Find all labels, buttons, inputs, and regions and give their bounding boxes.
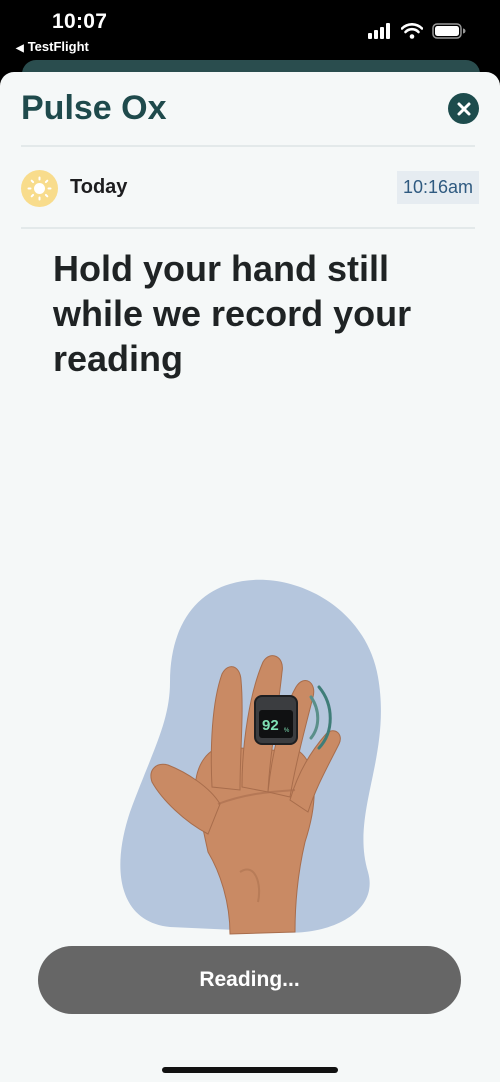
status-bar: 10:07 ◀ TestFlight [0,0,500,62]
oximeter-unit: % [284,728,290,734]
back-arrow-icon: ◀ [16,43,24,54]
instruction-text: Hold your hand still while we record you… [53,248,412,379]
oximeter-reading: 92 [262,717,279,734]
close-button[interactable] [448,93,479,124]
home-indicator [162,1067,338,1073]
sun-icon [27,176,52,201]
day-row: Today 10:16am [21,170,479,207]
day-label: Today [70,176,128,198]
status-icons [368,23,466,39]
battery-icon [432,23,466,39]
back-app-label: TestFlight [27,39,89,54]
page-title: Pulse Ox [21,89,167,127]
reading-time-badge: 10:16am [396,171,479,204]
status-time: 10:07 [52,10,108,33]
pulse-ox-sheet: Pulse Ox Today 10:16am Hold your hand st… [0,72,500,1082]
day-divider [21,227,475,229]
back-to-app-link[interactable]: ◀ TestFlight [16,39,89,54]
signal-icon [368,23,390,39]
reading-button[interactable]: Reading... [38,946,461,1014]
wifi-icon [401,23,423,39]
sun-badge [21,170,58,207]
header-divider [21,145,475,147]
hand-pulse-oximeter-illustration: 92 % [120,579,381,935]
close-icon [457,102,470,115]
